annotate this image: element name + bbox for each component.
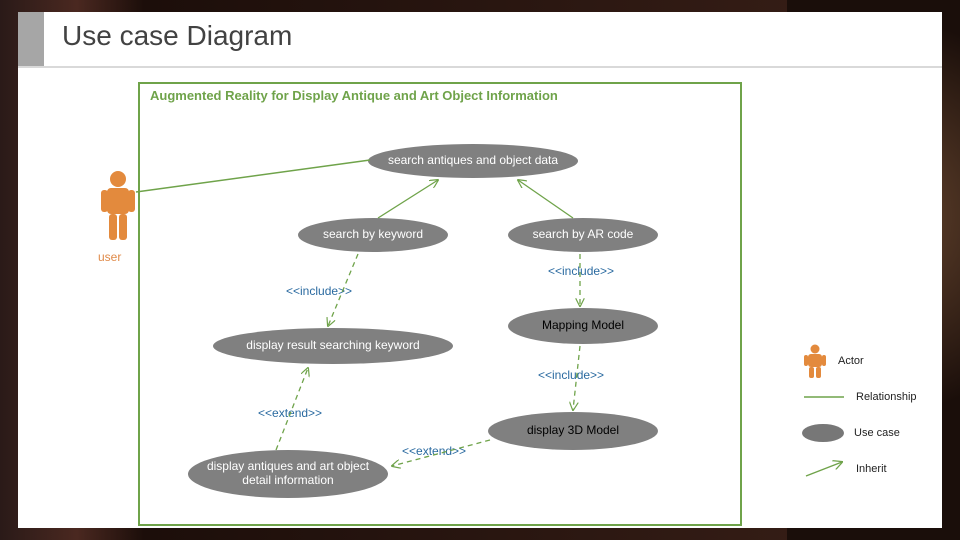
usecase-display-result: display result searching keyword xyxy=(213,328,453,364)
actor-label-user: user xyxy=(98,250,121,264)
legend-inherit: Inherit xyxy=(802,456,932,482)
usecase-display-detail: display antiques and art object detail i… xyxy=(188,450,388,498)
ellipse-icon xyxy=(802,424,844,442)
usecase-display-3d: display 3D Model xyxy=(488,412,658,450)
slide-header: Use case Diagram xyxy=(18,12,942,68)
stereotype-include-1: <<include>> xyxy=(286,284,352,298)
legend-usecase-label: Use case xyxy=(854,427,900,439)
slide: Use case Diagram user Augmented Reality … xyxy=(18,12,942,528)
stereotype-include-3: <<include>> xyxy=(538,368,604,382)
legend-relationship-label: Relationship xyxy=(856,391,917,403)
header-accent-bar xyxy=(18,12,44,66)
legend-relationship: Relationship xyxy=(802,384,932,410)
usecase-mapping-model: Mapping Model xyxy=(508,308,658,344)
person-icon xyxy=(802,344,828,378)
legend-actor-label: Actor xyxy=(838,355,864,367)
stereotype-extend-2: <<extend>> xyxy=(402,444,466,458)
line-icon xyxy=(802,392,846,402)
legend-actor: Actor xyxy=(802,348,932,374)
slide-title: Use case Diagram xyxy=(62,20,292,52)
legend-inherit-label: Inherit xyxy=(856,463,887,475)
legend: Actor Relationship Use case Inherit xyxy=(802,338,932,492)
usecase-search-keyword: search by keyword xyxy=(298,218,448,252)
legend-usecase: Use case xyxy=(802,420,932,446)
user-actor-icon xyxy=(98,170,138,242)
usecase-search-arcode: search by AR code xyxy=(508,218,658,252)
system-title: Augmented Reality for Display Antique an… xyxy=(150,88,558,103)
usecase-search-data: search antiques and object data xyxy=(368,144,578,178)
diagram-canvas: user Augmented Reality for Display Antiq… xyxy=(18,68,942,528)
stereotype-extend-1: <<extend>> xyxy=(258,406,322,420)
arrow-icon xyxy=(802,458,846,480)
stereotype-include-2: <<include>> xyxy=(548,264,614,278)
